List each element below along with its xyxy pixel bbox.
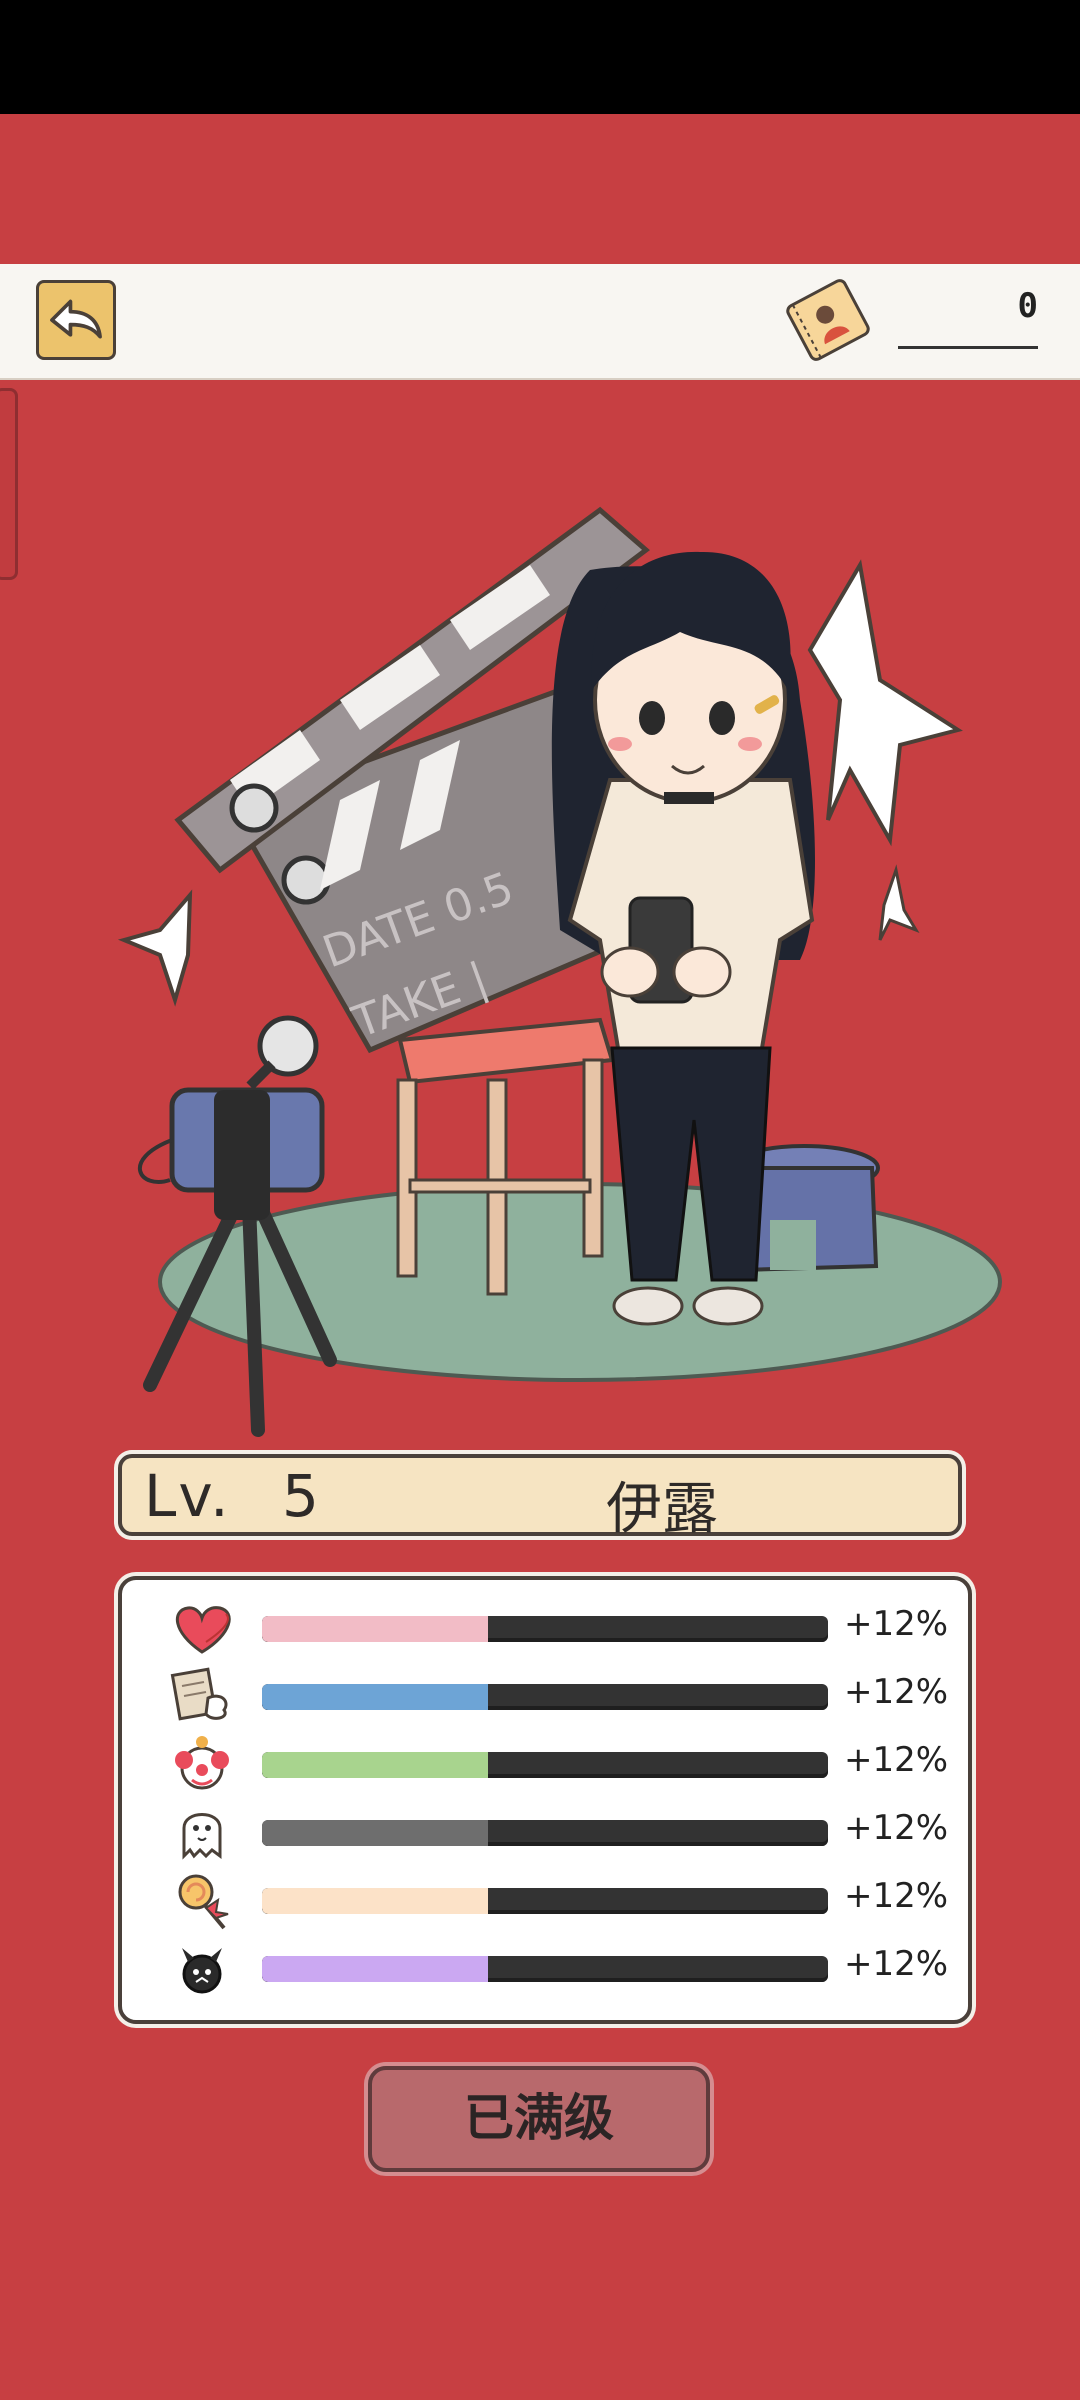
ticket-icon [786,279,870,361]
back-button[interactable] [36,280,116,360]
stat-row: +12% [122,1666,968,1726]
stat-bar-fill [262,1616,489,1642]
sparkle [878,864,920,941]
stat-bar [262,1616,828,1642]
stat-bar [262,1820,828,1846]
currency-underline [898,346,1038,349]
stat-row: +12% [122,1802,968,1862]
stat-bar [262,1684,828,1710]
sparkle [117,889,193,1007]
character-name: 伊露 [606,1477,718,1542]
level-label: Lv. [144,1462,231,1530]
clown-icon [175,1736,229,1790]
level-name-bar: Lv. 5 伊露 [118,1454,962,1542]
stat-bar-fill [262,1684,489,1710]
stat-bonus: +12% [844,1604,949,1644]
devil-icon [182,1948,222,1994]
stat-bar [262,1752,828,1778]
ghost-icon [182,1813,222,1860]
stats-panel: +12% +12% +12% +12% +12% +12% [118,1576,972,2024]
back-arrow-icon [50,299,102,339]
status-bar [0,0,1080,114]
currency-value: 0 [1017,286,1038,326]
stat-bonus: +12% [844,1876,949,1916]
stat-bar-fill [262,1888,489,1914]
stat-bonus: +12% [844,1740,949,1780]
stat-row: +12% [122,1598,968,1658]
max-level-button[interactable]: 已满级 [368,2066,710,2172]
stat-bonus: +12% [844,1808,949,1848]
stat-bar [262,1888,828,1914]
paper-tissue-icon [170,1667,228,1721]
heart-icon [175,1606,231,1654]
stat-bar-fill [262,1752,489,1778]
stat-bar-fill [262,1956,489,1982]
stat-row: +12% [122,1938,968,1998]
sparkle [807,559,963,847]
stat-bonus: +12% [844,1672,949,1712]
level-value: 5 [282,1462,319,1530]
character-scene: DATE 0.5 TAKE | [117,506,1002,1437]
stat-bar [262,1956,828,1982]
stat-row: +12% [122,1870,968,1930]
top-bar: 0 [0,264,1080,380]
stat-bonus: +12% [844,1944,949,1984]
stat-row: +12% [122,1734,968,1794]
stat-bar-fill [262,1820,489,1846]
lollipop-icon [178,1874,229,1930]
